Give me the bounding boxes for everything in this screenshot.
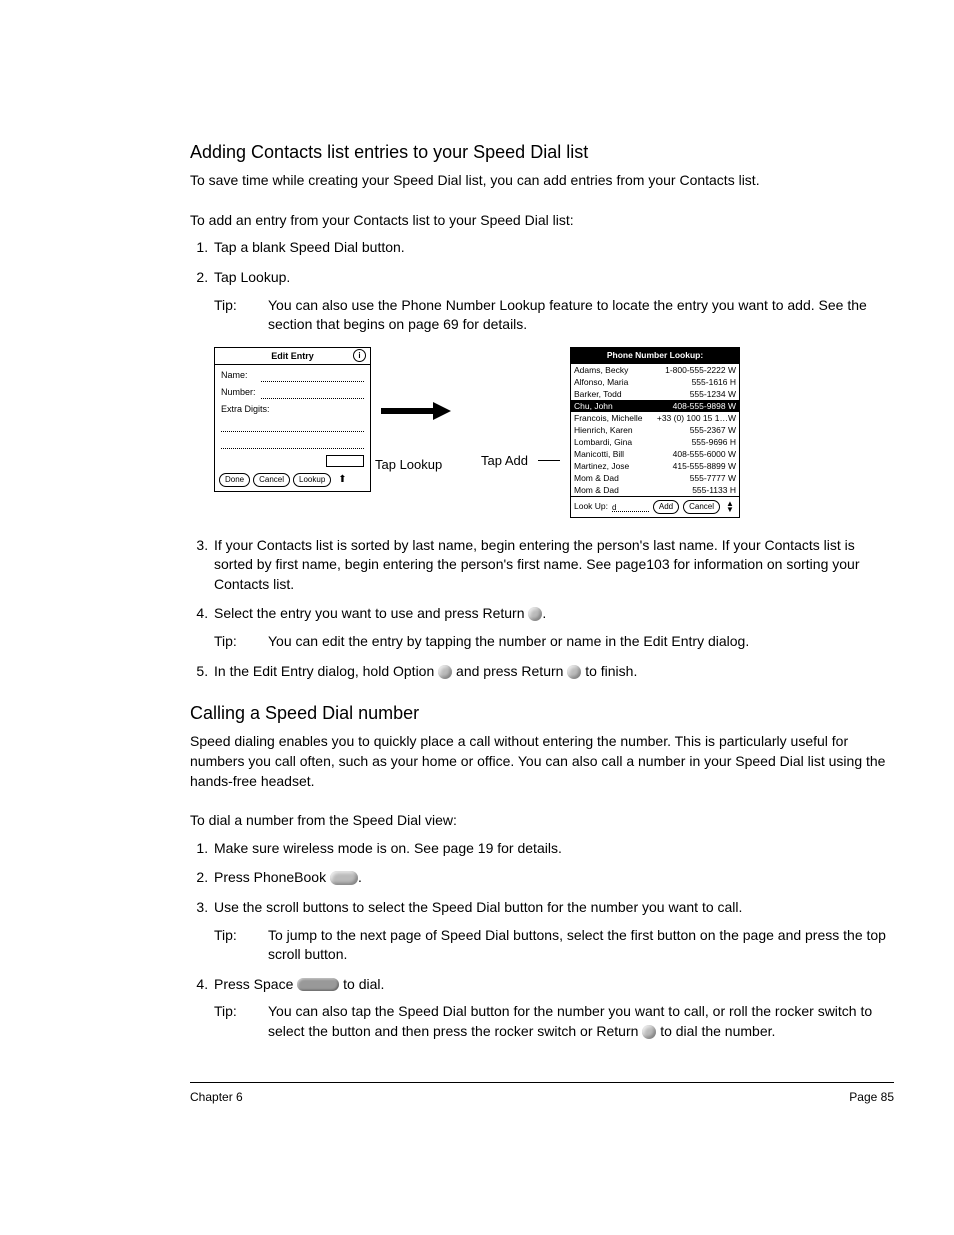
step-text: Tap Lookup. [214, 269, 290, 285]
footer-page: Page 85 [849, 1089, 894, 1106]
section-heading: Adding Contacts list entries to your Spe… [190, 140, 894, 165]
tip-label: Tip: [214, 296, 268, 335]
add-button[interactable]: Add [653, 500, 679, 514]
number-input[interactable] [261, 388, 364, 399]
name-input[interactable] [261, 371, 364, 382]
step: Press Space to dial. Tip: You can also t… [212, 975, 894, 1042]
lookup-list: Adams, Becky1-800-555-2222 W Alfonso, Ma… [571, 364, 739, 496]
step-text: to dial. [339, 976, 384, 992]
cancel-button[interactable]: Cancel [683, 500, 720, 514]
extra-digits-input-2[interactable] [221, 438, 364, 449]
step: Use the scroll buttons to select the Spe… [212, 898, 894, 965]
list-item[interactable]: Mom & Dad555-1133 H [571, 484, 739, 496]
tap-add-callout: Tap Add [481, 452, 528, 470]
step-text: Select the entry you want to use and pre… [214, 605, 528, 621]
step: In the Edit Entry dialog, hold Option an… [212, 662, 894, 682]
tip-text: You can edit the entry by tapping the nu… [268, 632, 894, 652]
list-item[interactable]: Manicotti, Bill408-555-6000 W [571, 448, 739, 460]
step-text: . [358, 869, 362, 885]
tip-text-part: to dial the number. [656, 1023, 775, 1039]
step-text: Press Space [214, 976, 297, 992]
page-footer: Chapter 6 Page 85 [190, 1082, 894, 1106]
list-item[interactable]: Adams, Becky1-800-555-2222 W [571, 364, 739, 376]
step-text: Use the scroll buttons to select the Spe… [214, 899, 742, 915]
tip-text: You can also use the Phone Number Lookup… [268, 296, 894, 335]
dialog-title-text: Edit Entry [271, 351, 314, 361]
return-key-icon [642, 1025, 656, 1039]
cancel-button[interactable]: Cancel [253, 473, 290, 487]
arrow-icon [381, 402, 461, 420]
step: Make sure wireless mode is on. See page … [212, 839, 894, 859]
list-item[interactable]: Barker, Todd555-1234 W [571, 388, 739, 400]
tip-label: Tip: [214, 632, 268, 652]
lookup-field-label: Look Up: [574, 501, 608, 513]
figure: Edit Entry i Name: Number: Extra Digits: [214, 347, 894, 518]
tip-label: Tip: [214, 1002, 268, 1041]
list-item[interactable]: Francois, Michelle+33 (0) 100 15 1…W [571, 412, 739, 424]
list-item[interactable]: Lombardi, Gina555-9696 H [571, 436, 739, 448]
phone-lookup-dialog: Phone Number Lookup: Adams, Becky1-800-5… [570, 347, 740, 518]
extra-digits-label: Extra Digits: [221, 403, 279, 416]
step: Press PhoneBook . [212, 868, 894, 888]
step-text: In the Edit Entry dialog, hold Option [214, 663, 438, 679]
step: If your Contacts list is sorted by last … [212, 536, 894, 595]
step-text: to finish. [581, 663, 637, 679]
step-text: Press PhoneBook [214, 869, 330, 885]
lookup-title: Phone Number Lookup: [571, 348, 739, 364]
section-intro: Speed dialing enables you to quickly pla… [190, 732, 894, 791]
list-item-selected[interactable]: Chu, John408-555-9898 W [571, 400, 739, 412]
list-item[interactable]: Hienrich, Karen555-2367 W [571, 424, 739, 436]
up-arrow-icon: ⬆ [338, 473, 346, 487]
space-key-icon [297, 978, 339, 991]
done-button[interactable]: Done [219, 473, 250, 487]
lookup-input[interactable]: d [612, 502, 649, 512]
number-label: Number: [221, 386, 261, 399]
tip-text-part: You can also tap the Speed Dial button f… [268, 1003, 872, 1039]
lookup-button[interactable]: Lookup [293, 473, 331, 487]
dialog-title: Edit Entry i [215, 348, 370, 366]
step: Tap Lookup. Tip: You can also use the Ph… [212, 268, 894, 518]
tip-label: Tip: [214, 926, 268, 965]
return-key-icon [567, 665, 581, 679]
extra-digits-input[interactable] [221, 421, 364, 432]
number-box[interactable] [326, 455, 364, 467]
step-text: . [542, 605, 546, 621]
list-item[interactable]: Martinez, Jose415-555-8899 W [571, 460, 739, 472]
section-heading: Calling a Speed Dial number [190, 701, 894, 726]
callout-line [538, 460, 560, 461]
list-item[interactable]: Alfonso, Maria555-1616 H [571, 376, 739, 388]
return-key-icon [528, 607, 542, 621]
info-icon[interactable]: i [353, 349, 366, 362]
tip-text: To jump to the next page of Speed Dial b… [268, 926, 894, 965]
phonebook-key-icon [330, 871, 358, 885]
tap-lookup-callout: Tap Lookup [375, 456, 471, 474]
name-label: Name: [221, 369, 261, 382]
procedure-heading: To dial a number from the Speed Dial vie… [190, 811, 894, 831]
section-intro: To save time while creating your Speed D… [190, 171, 894, 191]
list-item[interactable]: Mom & Dad555-7777 W [571, 472, 739, 484]
tip-text: You can also tap the Speed Dial button f… [268, 1002, 894, 1041]
step-text: and press Return [452, 663, 567, 679]
footer-chapter: Chapter 6 [190, 1089, 243, 1106]
procedure-heading: To add an entry from your Contacts list … [190, 211, 894, 231]
step: Tap a blank Speed Dial button. [212, 238, 894, 258]
scroll-arrows-icon[interactable]: ▲▼ [724, 501, 736, 513]
edit-entry-dialog: Edit Entry i Name: Number: Extra Digits: [214, 347, 371, 492]
option-key-icon [438, 665, 452, 679]
step: Select the entry you want to use and pre… [212, 604, 894, 651]
